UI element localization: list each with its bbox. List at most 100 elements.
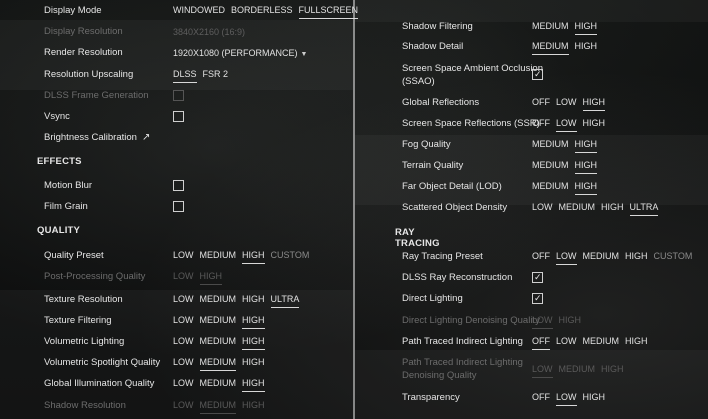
shadow-detail-option-medium[interactable]: MEDIUM: [532, 41, 569, 55]
path-traced-indirect-lighting-option-off[interactable]: OFF: [532, 336, 550, 350]
quality-preset-option-custom[interactable]: CUSTOM: [271, 250, 310, 264]
terrain-quality-option-medium[interactable]: MEDIUM: [532, 160, 569, 174]
transparency-option-low[interactable]: LOW: [556, 392, 577, 406]
caret-down-icon: ▼: [300, 51, 308, 58]
dlss-frame-generation-checkbox[interactable]: [173, 90, 184, 101]
far-object-detail-option-high[interactable]: HIGH: [574, 181, 597, 195]
resolution-upscaling-options[interactable]: DLSS FSR 2: [173, 69, 228, 83]
quality-preset-label: Quality Preset: [44, 250, 104, 261]
ssr-option-high[interactable]: HIGH: [583, 118, 606, 132]
global-illumination-quality-options[interactable]: LOW MEDIUM HIGH: [173, 378, 265, 392]
shadow-detail-option-high[interactable]: HIGH: [575, 41, 598, 55]
quality-preset-option-high[interactable]: HIGH: [242, 250, 265, 264]
scattered-object-density-option-high[interactable]: HIGH: [601, 202, 624, 216]
display-mode-option-fullscreen[interactable]: FULLSCREEN: [298, 5, 359, 19]
quality-preset-options[interactable]: LOW MEDIUM HIGH CUSTOM: [173, 250, 309, 264]
fog-quality-option-medium[interactable]: MEDIUM: [532, 139, 569, 153]
global-reflections-label: Global Reflections: [402, 97, 480, 108]
texture-filtering-option-medium[interactable]: MEDIUM: [200, 315, 237, 329]
ray-tracing-preset-option-medium[interactable]: MEDIUM: [583, 251, 620, 265]
post-processing-quality-label: Post-Processing Quality: [44, 271, 146, 282]
quality-section-header: QUALITY: [37, 225, 81, 236]
global-reflections-options[interactable]: OFF LOW HIGH: [532, 97, 606, 111]
scattered-object-density-option-ultra[interactable]: ULTRA: [629, 202, 659, 216]
far-object-detail-options[interactable]: MEDIUM HIGH: [532, 181, 597, 195]
global-reflections-option-low[interactable]: LOW: [556, 97, 577, 111]
direct-lighting-checkbox[interactable]: ✓: [532, 293, 543, 304]
transparency-options[interactable]: OFF LOW HIGH: [532, 392, 605, 406]
shadow-detail-options[interactable]: MEDIUM HIGH: [532, 41, 597, 55]
vsync-checkbox[interactable]: [173, 111, 184, 122]
shadow-filtering-option-high[interactable]: HIGH: [574, 21, 597, 35]
fog-quality-option-high[interactable]: HIGH: [574, 139, 597, 153]
post-processing-quality-options: LOW HIGH: [173, 271, 223, 285]
texture-resolution-options[interactable]: LOW MEDIUM HIGH ULTRA: [173, 294, 300, 308]
scattered-object-density-option-medium[interactable]: MEDIUM: [559, 202, 596, 216]
quality-preset-option-low[interactable]: LOW: [173, 250, 194, 264]
post-processing-quality-option-high: HIGH: [199, 271, 223, 285]
volumetric-lighting-option-high[interactable]: HIGH: [242, 336, 265, 350]
global-illumination-quality-option-low[interactable]: LOW: [173, 378, 194, 392]
volumetric-spotlight-quality-option-low[interactable]: LOW: [173, 357, 194, 371]
display-mode-options[interactable]: WINDOWED BORDERLESS FULLSCREEN: [173, 5, 359, 19]
texture-resolution-option-high[interactable]: HIGH: [242, 294, 265, 308]
far-object-detail-option-medium[interactable]: MEDIUM: [532, 181, 569, 195]
brightness-calibration-link[interactable]: Brightness Calibration ↗: [44, 132, 150, 144]
quality-preset-option-medium[interactable]: MEDIUM: [200, 250, 237, 264]
resolution-upscaling-option-fsr-2[interactable]: FSR 2: [203, 69, 229, 83]
shadow-resolution-option-medium[interactable]: MEDIUM: [199, 400, 237, 414]
global-reflections-option-off[interactable]: OFF: [532, 97, 550, 111]
transparency-option-off[interactable]: OFF: [532, 392, 550, 406]
render-resolution-dropdown[interactable]: 1920X1080 (PERFORMANCE) ▼: [173, 48, 307, 58]
dlss-ray-reconstruction-checkbox[interactable]: ✓: [532, 272, 543, 283]
ray-tracing-preset-option-off[interactable]: OFF: [532, 251, 550, 265]
terrain-quality-options[interactable]: MEDIUM HIGH: [532, 160, 597, 174]
global-illumination-quality-option-medium[interactable]: MEDIUM: [200, 378, 237, 392]
path-traced-indirect-lighting-option-medium[interactable]: MEDIUM: [583, 336, 620, 350]
volumetric-spotlight-quality-options[interactable]: LOW MEDIUM HIGH: [173, 357, 265, 371]
volumetric-spotlight-quality-option-medium[interactable]: MEDIUM: [199, 357, 237, 371]
path-traced-indirect-lighting-option-high[interactable]: HIGH: [625, 336, 648, 350]
shadow-resolution-option-low[interactable]: LOW: [173, 400, 194, 414]
ssao-label-line2: (SSAO): [402, 76, 435, 87]
texture-resolution-option-ultra[interactable]: ULTRA: [270, 294, 300, 308]
film-grain-checkbox[interactable]: [173, 201, 184, 212]
path-traced-indirect-lighting-option-low[interactable]: LOW: [556, 336, 577, 350]
texture-resolution-option-medium[interactable]: MEDIUM: [200, 294, 237, 308]
ray-tracing-preset-options[interactable]: OFF LOW MEDIUM HIGH CUSTOM: [532, 251, 692, 265]
transparency-option-high[interactable]: HIGH: [583, 392, 606, 406]
ssr-options[interactable]: OFF LOW HIGH: [532, 118, 605, 132]
global-illumination-quality-option-high[interactable]: HIGH: [242, 378, 265, 392]
shadow-resolution-option-high[interactable]: HIGH: [242, 400, 265, 414]
ray-tracing-preset-option-low[interactable]: LOW: [556, 251, 577, 265]
ssr-option-low[interactable]: LOW: [556, 118, 577, 132]
resolution-upscaling-option-dlss[interactable]: DLSS: [173, 69, 197, 83]
scattered-object-density-options[interactable]: LOW MEDIUM HIGH ULTRA: [532, 202, 659, 216]
display-mode-option-borderless[interactable]: BORDERLESS: [231, 5, 293, 19]
path-traced-denoising-label-line2: Denoising Quality: [402, 370, 477, 381]
path-traced-indirect-lighting-options[interactable]: OFF LOW MEDIUM HIGH: [532, 336, 648, 350]
fog-quality-options[interactable]: MEDIUM HIGH: [532, 139, 597, 153]
shadow-resolution-options[interactable]: LOW MEDIUM HIGH: [173, 400, 265, 414]
ssr-option-off[interactable]: OFF: [532, 118, 550, 132]
texture-filtering-options[interactable]: LOW MEDIUM HIGH: [173, 315, 265, 329]
texture-filtering-option-low[interactable]: LOW: [173, 315, 194, 329]
volumetric-spotlight-quality-option-high[interactable]: HIGH: [242, 357, 265, 371]
volumetric-lighting-options[interactable]: LOW MEDIUM HIGH: [173, 336, 265, 350]
terrain-quality-option-high[interactable]: HIGH: [574, 160, 597, 174]
volumetric-lighting-option-low[interactable]: LOW: [173, 336, 194, 350]
ray-tracing-preset-option-high[interactable]: HIGH: [625, 251, 648, 265]
shadow-filtering-option-medium[interactable]: MEDIUM: [532, 21, 569, 35]
ssao-checkbox[interactable]: ✓: [532, 69, 543, 80]
direct-lighting-denoising-label: Direct Lighting Denoising Quality: [402, 315, 540, 326]
motion-blur-checkbox[interactable]: [173, 180, 184, 191]
global-reflections-option-high[interactable]: HIGH: [582, 97, 606, 111]
volumetric-lighting-option-medium[interactable]: MEDIUM: [200, 336, 237, 350]
display-mode-option-windowed[interactable]: WINDOWED: [173, 5, 225, 19]
texture-filtering-option-high[interactable]: HIGH: [242, 315, 265, 329]
ray-tracing-preset-option-custom[interactable]: CUSTOM: [654, 251, 693, 265]
texture-resolution-option-low[interactable]: LOW: [173, 294, 194, 308]
scattered-object-density-option-low[interactable]: LOW: [532, 202, 553, 216]
ray-tracing-preset-label: Ray Tracing Preset: [402, 251, 483, 262]
shadow-filtering-options[interactable]: MEDIUM HIGH: [532, 21, 597, 35]
